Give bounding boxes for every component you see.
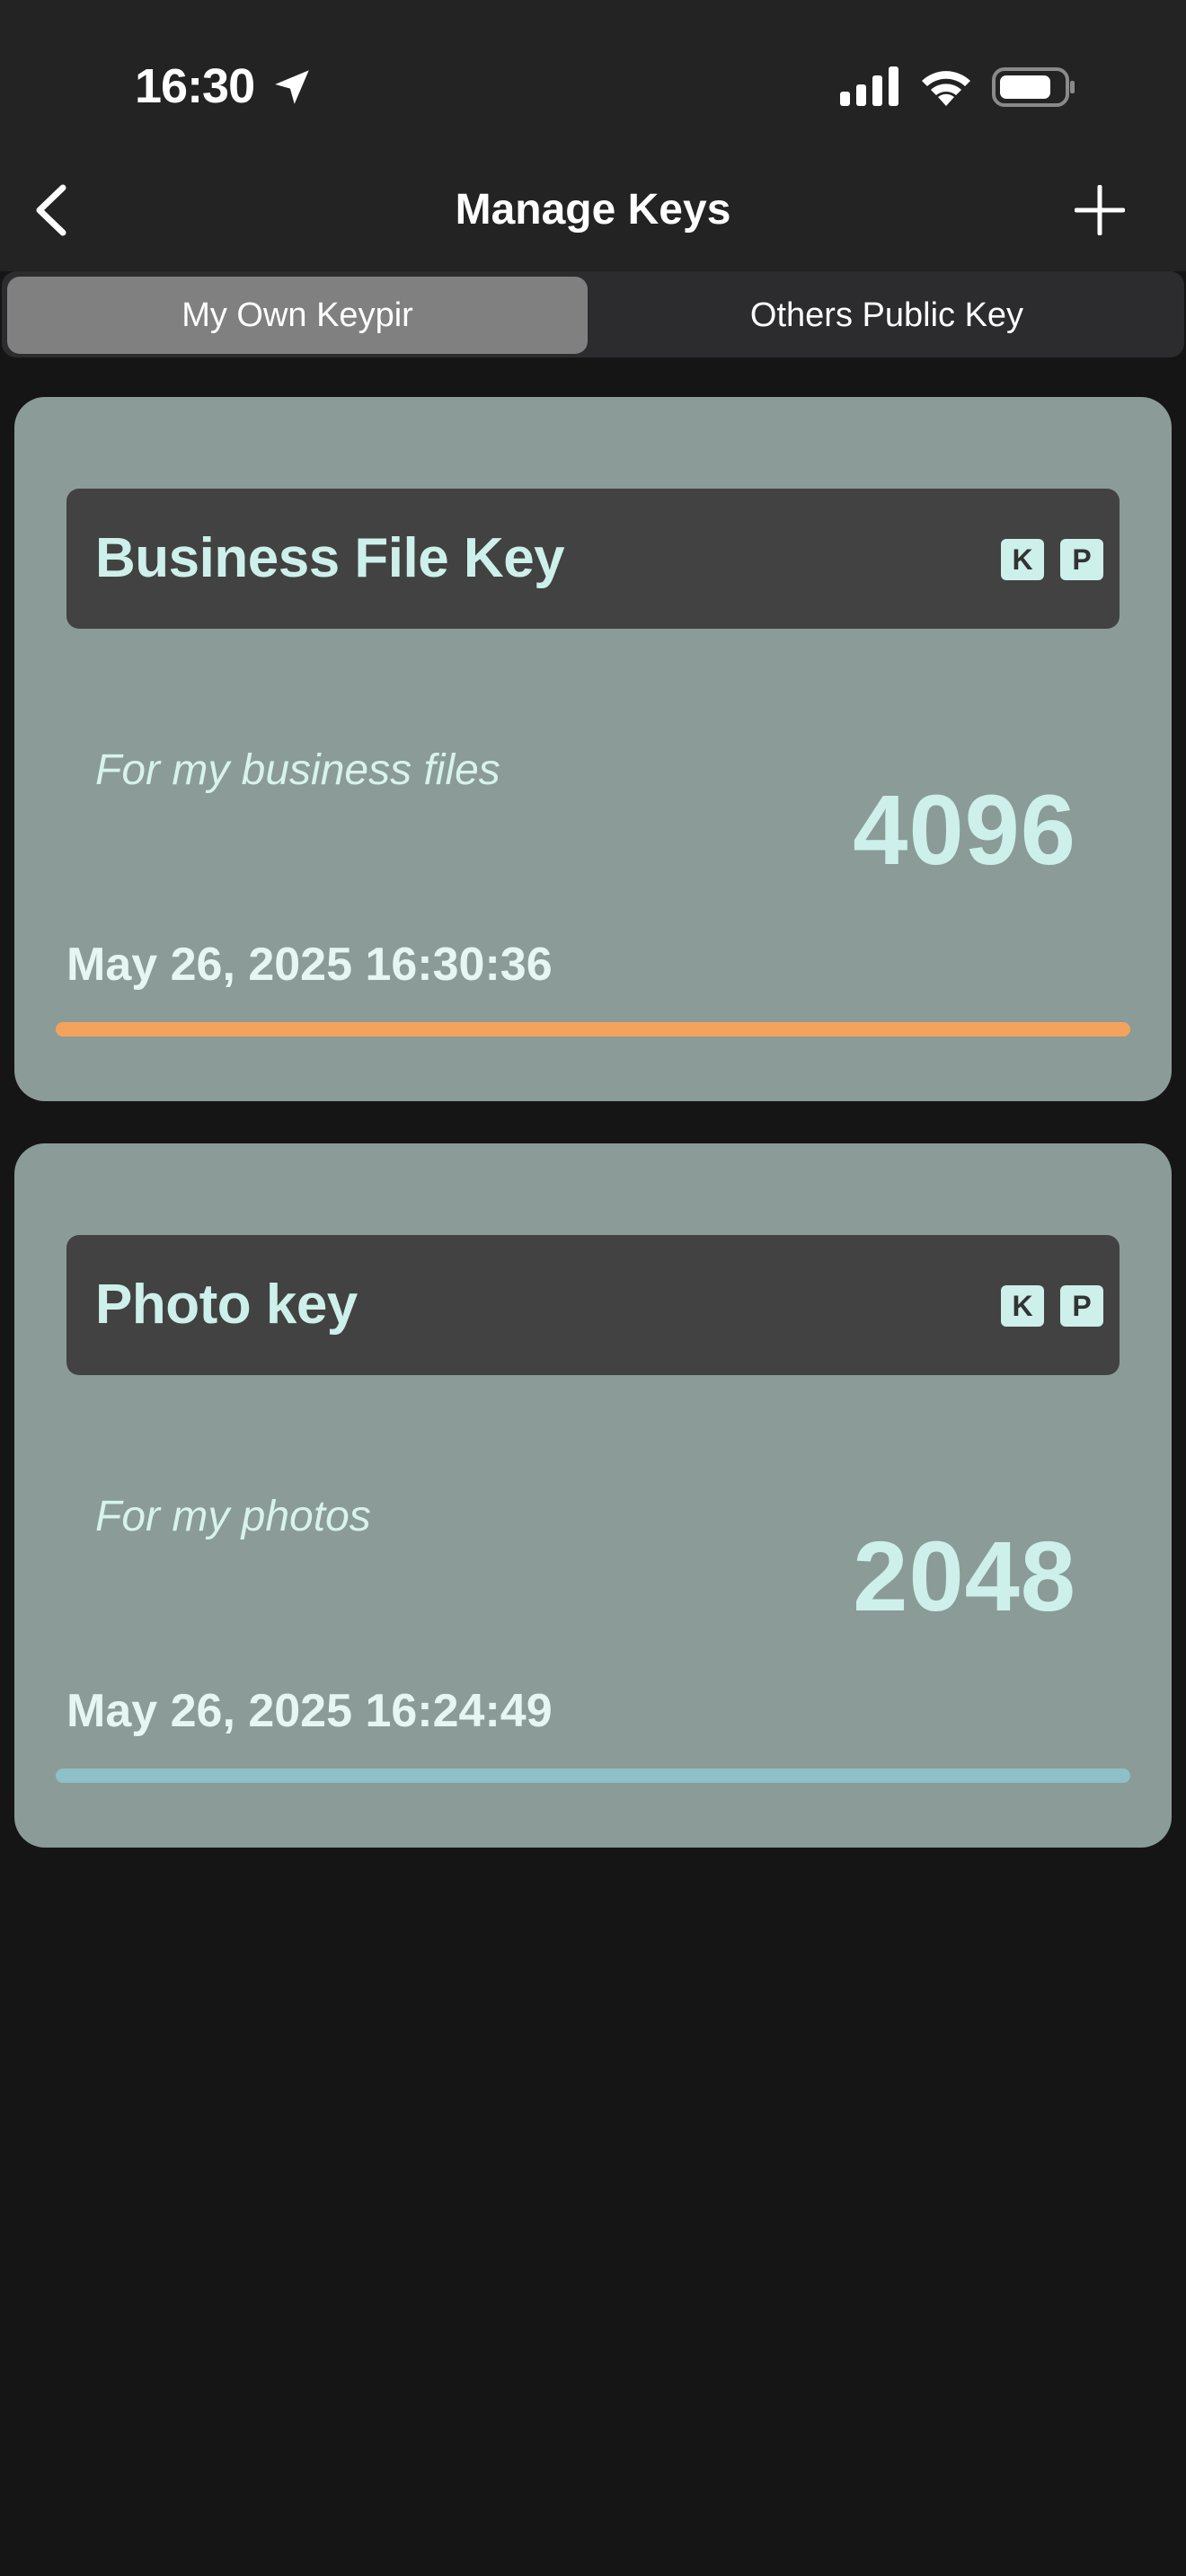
key-card[interactable]: Photo key K P For my photos 2048 May 26,…	[14, 1143, 1172, 1848]
public-badge: P	[1060, 1285, 1103, 1327]
top-bar: 16:30 Manage Keys	[0, 0, 1186, 271]
plus-icon[interactable]	[1075, 185, 1125, 235]
key-date: May 26, 2025 16:30:36	[66, 939, 553, 991]
key-description: For my photos	[95, 1493, 371, 1540]
key-badge: K	[1001, 539, 1044, 580]
key-card[interactable]: Business File Key K P For my business fi…	[14, 397, 1172, 1101]
key-size: 2048	[853, 1522, 1076, 1632]
key-name: Photo key	[95, 1274, 358, 1336]
public-badge: P	[1060, 539, 1103, 580]
cellular-signal-icon	[840, 66, 898, 106]
tab-others-public-key[interactable]: Others Public Key	[597, 277, 1177, 354]
key-color-bar	[56, 1769, 1130, 1783]
key-date: May 26, 2025 16:24:49	[66, 1685, 553, 1737]
key-badge: K	[1001, 1285, 1044, 1327]
key-description: For my business files	[95, 746, 500, 794]
key-size: 4096	[853, 775, 1076, 886]
location-arrow-icon	[275, 70, 309, 104]
key-card-header: Photo key K P	[66, 1235, 1120, 1375]
page-title: Manage Keys	[455, 186, 731, 234]
wifi-icon	[922, 71, 970, 106]
key-name: Business File Key	[95, 527, 565, 589]
status-time: 16:30	[135, 59, 255, 113]
tab-my-own-keypair[interactable]: My Own Keypir	[7, 277, 588, 354]
battery-icon	[992, 67, 1075, 107]
segmented-control: My Own Keypir Others Public Key	[2, 271, 1184, 357]
key-color-bar	[56, 1022, 1130, 1037]
key-card-header: Business File Key K P	[66, 489, 1120, 629]
